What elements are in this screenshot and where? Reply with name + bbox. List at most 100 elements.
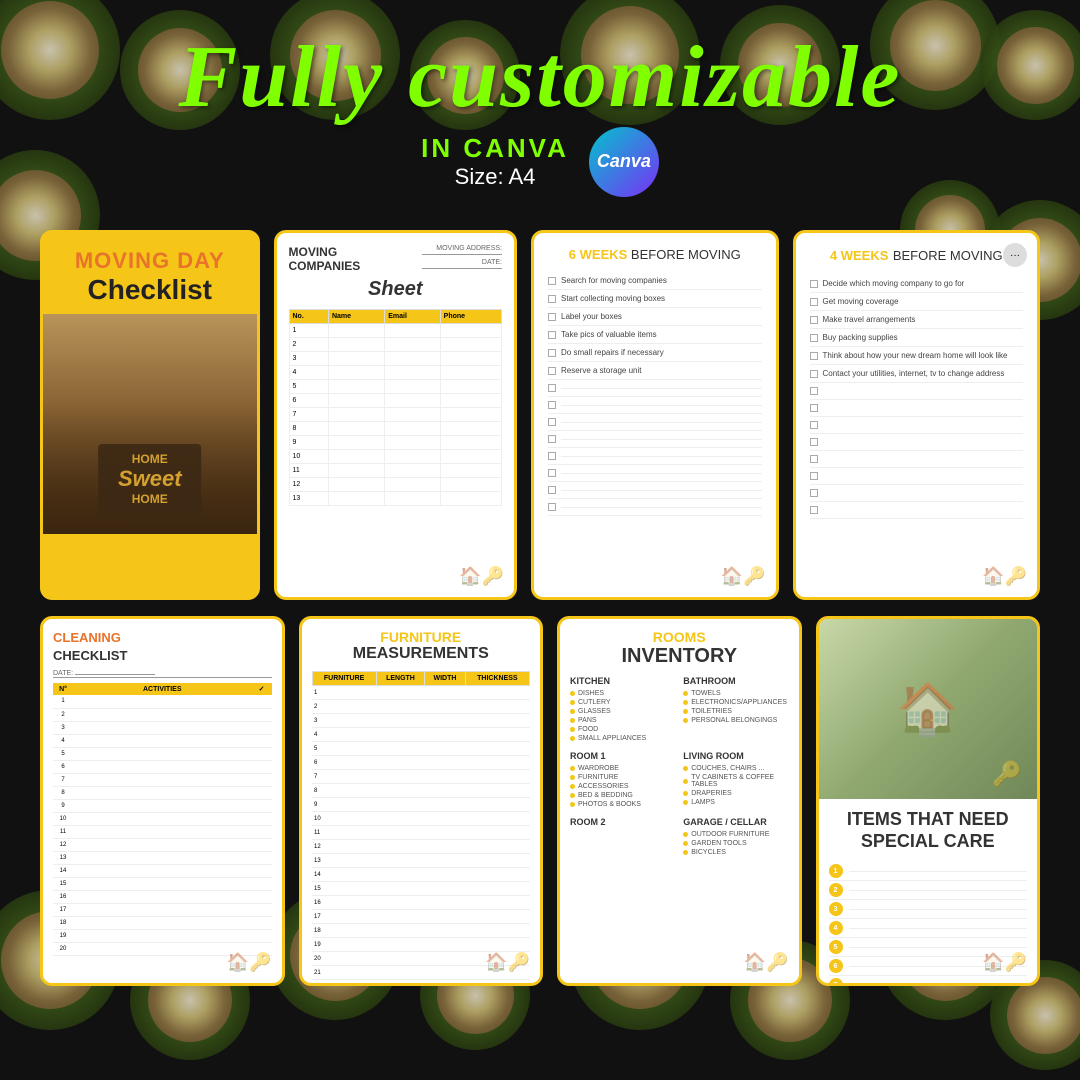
number-badge: 4 [829, 921, 843, 935]
in-canva-label: IN CANVA [421, 133, 569, 164]
home-sweet-home-mat: HOME Sweet HOME [98, 444, 202, 514]
room-item: BED & BEDDING [570, 791, 675, 800]
checkbox[interactable] [548, 313, 556, 321]
checkbox[interactable] [810, 404, 818, 412]
sweet-text: Sweet [118, 466, 182, 492]
table-row: 10 [289, 450, 502, 464]
table-row: 7 [53, 773, 272, 786]
checkbox[interactable] [548, 384, 556, 392]
table-row: 5 [312, 742, 530, 756]
table-row: 9 [53, 799, 272, 812]
list-item: Get moving coverage [810, 293, 1024, 311]
table-row: 1 [289, 324, 502, 338]
room-name: LIVING ROOM [683, 751, 788, 761]
checkbox[interactable] [548, 418, 556, 426]
table-row: 18 [53, 916, 272, 929]
checkbox[interactable] [810, 298, 818, 306]
checkbox[interactable] [548, 452, 556, 460]
table-row: 18 [312, 924, 530, 938]
list-item-empty [810, 417, 1024, 434]
room-item: WARDROBE [570, 764, 675, 773]
card-4weeks: 4 WEEKS BEFORE MOVING ··· Decide which m… [793, 230, 1041, 600]
checkbox[interactable] [810, 438, 818, 446]
checkbox[interactable] [810, 489, 818, 497]
key-icon-3: 🏠🔑 [721, 566, 766, 587]
room-section: BATHROOMTOWELSELECTRONICS/APPLIANCESTOIL… [683, 676, 788, 743]
checkbox[interactable] [548, 295, 556, 303]
special-care-title: ITEMS THAT NEED SPECIAL CARE [829, 809, 1028, 852]
row-1: MOVING DAY Checklist HOME Sweet HOME MOV… [40, 230, 1040, 600]
checkbox[interactable] [810, 421, 818, 429]
rooms-title: ROOMS INVENTORY [570, 629, 789, 668]
checkbox[interactable] [548, 367, 556, 375]
room-item: TOWELS [683, 689, 788, 698]
checkbox[interactable] [548, 277, 556, 285]
checkbox[interactable] [810, 316, 818, 324]
checkbox[interactable] [810, 352, 818, 360]
room-name: KITCHEN [570, 676, 675, 686]
list-item: Think about how your new dream home will… [810, 347, 1024, 365]
checkbox[interactable] [548, 435, 556, 443]
checkbox[interactable] [810, 506, 818, 514]
checkbox[interactable] [548, 401, 556, 409]
checkbox[interactable] [810, 472, 818, 480]
number-badge: 2 [829, 883, 843, 897]
checkbox[interactable] [548, 331, 556, 339]
checkbox[interactable] [548, 486, 556, 494]
number-badge: 1 [829, 864, 843, 878]
table-row: 17 [53, 903, 272, 916]
checkbox[interactable] [548, 469, 556, 477]
home-text-1: HOME [118, 452, 182, 466]
room-item: OUTDOOR FURNITURE [683, 830, 788, 839]
table-row: 15 [53, 877, 272, 890]
card-cleaning: CLEANING CHECKLIST DATE: N° ACTIVITIES ✓… [40, 616, 285, 986]
room-name: BATHROOM [683, 676, 788, 686]
table-row: 14 [312, 868, 530, 882]
table-row: 1 [53, 695, 272, 708]
table-row: 9 [312, 798, 530, 812]
room-item: DISHES [570, 689, 675, 698]
table-row: 8 [289, 422, 502, 436]
list-item: 1 [829, 862, 1028, 881]
table-row: 13 [289, 492, 502, 506]
list-item-empty [810, 383, 1024, 400]
room-section: ROOM 1WARDROBEFURNITUREACCESSORIESBED & … [570, 751, 675, 809]
checkbox[interactable] [810, 334, 818, 342]
table-row: 5 [289, 380, 502, 394]
checkbox[interactable] [548, 349, 556, 357]
table-row: 3 [289, 352, 502, 366]
room-item: BICYCLES [683, 848, 788, 857]
list-item-empty [810, 434, 1024, 451]
room-section: GARAGE / CELLAROUTDOOR FURNITUREGARDEN T… [683, 817, 788, 857]
table-row: 3 [312, 714, 530, 728]
list-item-empty [548, 380, 762, 397]
table-row: 7 [312, 770, 530, 784]
checkbox[interactable] [810, 387, 818, 395]
room-section: ROOM 2 [570, 817, 675, 857]
table-row: 10 [53, 812, 272, 825]
table-row: 16 [312, 896, 530, 910]
menu-icon[interactable]: ··· [1003, 243, 1027, 267]
list-item-empty [548, 499, 762, 516]
list-item-empty [810, 485, 1024, 502]
list-item: 2 [829, 881, 1028, 900]
table-row: 13 [53, 851, 272, 864]
key-icon-2: 🏠🔑 [459, 566, 504, 587]
list-item-empty [810, 451, 1024, 468]
table-row: 1 [312, 686, 530, 700]
list-item: Make travel arrangements [810, 311, 1024, 329]
checkbox[interactable] [548, 503, 556, 511]
checkbox[interactable] [810, 280, 818, 288]
home-text-2: HOME [118, 492, 182, 506]
4weeks-checklist: Decide which moving company to go forGet… [810, 275, 1024, 519]
checkbox[interactable] [810, 370, 818, 378]
subtitle-row: IN CANVA Size: A4 Canva [421, 127, 659, 197]
table-row: 11 [53, 825, 272, 838]
checkbox[interactable] [810, 455, 818, 463]
header: Fully customizable IN CANVA Size: A4 Can… [0, 0, 1080, 230]
content-area: MOVING DAY Checklist HOME Sweet HOME MOV… [40, 230, 1040, 1040]
room-name: ROOM 2 [570, 817, 675, 827]
number-badge: 3 [829, 902, 843, 916]
room-item: GLASSES [570, 707, 675, 716]
list-item-empty [810, 468, 1024, 485]
